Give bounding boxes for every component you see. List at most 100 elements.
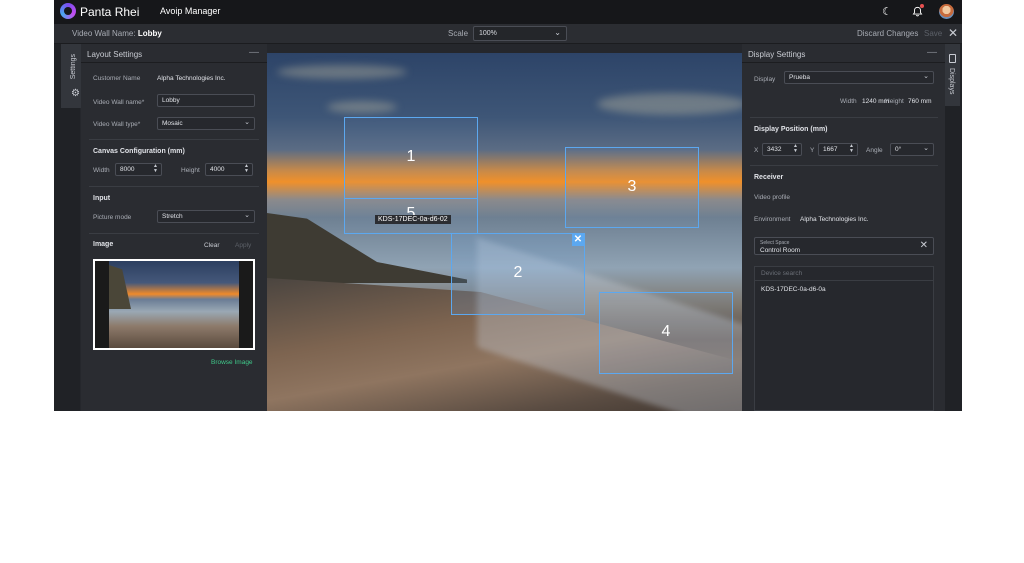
input-heading: Input	[93, 195, 111, 202]
angle-select[interactable]: 0° ⌄	[890, 143, 934, 156]
close-icon[interactable]: ✕	[572, 234, 584, 246]
select-space-field[interactable]: Select Space Control Room ✕	[754, 237, 934, 255]
customer-name-value: Alpha Technologies Inc.	[157, 75, 226, 82]
chevron-down-icon: ⌄	[244, 119, 250, 126]
divider	[81, 62, 267, 63]
divider	[89, 186, 259, 187]
wall-name-input[interactable]: Lobby	[157, 94, 255, 107]
tile-number: 4	[661, 323, 671, 340]
discard-changes-button[interactable]: Discard Changes	[857, 29, 918, 38]
environment-value: Alpha Technologies Inc.	[800, 216, 869, 223]
scale-select[interactable]: 100% ⌄	[473, 26, 567, 41]
wall-name-label: Video Wall name*	[93, 99, 145, 106]
device-label: KDS-17DEC-0a-d6-02	[375, 215, 451, 224]
gear-icon: ⚙	[71, 88, 80, 99]
notification-dot	[920, 4, 924, 8]
moon-icon[interactable]: ☾	[879, 3, 895, 19]
x-input[interactable]: 3432 ▲ ▼	[762, 143, 802, 156]
divider	[750, 165, 938, 166]
video-profile-label: Video profile	[754, 194, 791, 201]
brand-name: Panta Rhei	[80, 5, 140, 19]
display-height-label: Height	[885, 98, 904, 105]
y-input[interactable]: 1667 ▲ ▼	[818, 143, 858, 156]
wall-type-label: Video Wall type*	[93, 121, 141, 128]
wall-name-header-label: Video Wall Name:	[72, 29, 136, 38]
chevron-down-icon: ⌄	[923, 145, 929, 152]
tile-number: 3	[627, 178, 637, 195]
left-rail: Settings ⚙	[54, 44, 81, 411]
select-space-label: Select Space	[760, 240, 790, 246]
position-heading: Display Position (mm)	[754, 126, 828, 133]
x-label: X	[754, 147, 759, 154]
canvas-height-value: 4000	[210, 166, 225, 173]
panel-title: Display Settings	[748, 50, 806, 59]
wall-name-input-value: Lobby	[162, 97, 180, 104]
display-tile-1[interactable]: 1	[344, 117, 478, 199]
display-height-value: 760 mm	[908, 98, 932, 105]
save-button[interactable]: Save	[924, 29, 942, 38]
tile-number: 2	[513, 264, 523, 281]
chevron-down-icon: ⌄	[244, 212, 250, 219]
canvas-config-heading: Canvas Configuration (mm)	[93, 148, 185, 155]
wall-name-header-value: Lobby	[137, 29, 162, 38]
angle-label: Angle	[866, 147, 883, 154]
panta-rhei-logo[interactable]	[60, 3, 76, 19]
display-tile-4[interactable]: 4	[599, 292, 733, 374]
picture-mode-label: Picture mode	[93, 214, 132, 221]
y-label: Y	[810, 147, 815, 154]
apply-button[interactable]: Apply	[235, 242, 251, 249]
display-tile-3[interactable]: 3	[565, 147, 699, 228]
browse-image-link[interactable]: Browse Image	[211, 359, 253, 366]
displays-tab-label: Displays	[948, 68, 955, 95]
canvas-height-label: Height	[181, 167, 200, 174]
bell-icon[interactable]	[909, 3, 925, 19]
minimize-icon[interactable]: —	[927, 47, 937, 58]
canvas-height-input[interactable]: 4000 ▲ ▼	[205, 163, 253, 176]
divider	[89, 233, 259, 234]
picture-mode-value: Stretch	[162, 213, 183, 220]
clear-button[interactable]: Clear	[204, 242, 220, 249]
scale-label: Scale	[448, 29, 469, 38]
image-heading: Image	[93, 241, 114, 248]
wall-type-value: Mosaic	[162, 120, 183, 127]
stepper-icon[interactable]: ▲ ▼	[153, 164, 158, 174]
stepper-icon[interactable]: ▲ ▼	[244, 164, 249, 174]
picture-mode-select[interactable]: Stretch ⌄	[157, 210, 255, 223]
chevron-down-icon: ⌄	[923, 73, 929, 80]
layout-settings-panel: Layout Settings — Customer Name Alpha Te…	[81, 44, 267, 411]
right-rail: Displays	[945, 44, 962, 411]
scale-value: 100%	[479, 30, 497, 37]
cloud	[597, 93, 742, 115]
stepper-icon[interactable]: ▲ ▼	[849, 144, 854, 154]
image-preview	[93, 259, 255, 350]
display-value: Prueba	[789, 74, 810, 81]
device-search-input[interactable]: Device search	[755, 267, 933, 281]
chevron-down-icon: ⌄	[554, 28, 561, 37]
top-navbar: Panta Rhei Avoip Manager ☾	[54, 0, 962, 24]
video-wall-canvas[interactable]: 1 3 5 2 ✕ 4 KDS-17DEC-0a-d6-02	[267, 53, 742, 411]
close-icon[interactable]: ✕	[948, 26, 958, 40]
minimize-icon[interactable]: —	[249, 47, 259, 58]
customer-name-label: Customer Name	[93, 75, 141, 82]
display-width-label: Width	[840, 98, 857, 105]
receiver-heading: Receiver	[754, 174, 784, 181]
clear-icon[interactable]: ✕	[920, 240, 928, 251]
display-tile-2[interactable]: 2 ✕	[451, 233, 585, 315]
app-name: Avoip Manager	[160, 6, 221, 16]
settings-tab[interactable]: Settings ⚙	[61, 44, 81, 108]
cloud	[277, 65, 407, 79]
display-select[interactable]: Prueba ⌄	[784, 71, 934, 84]
displays-tab[interactable]: Displays	[945, 44, 960, 106]
select-space-value: Control Room	[760, 247, 801, 254]
wall-type-select[interactable]: Mosaic ⌄	[157, 117, 255, 130]
canvas-width-value: 8000	[120, 166, 135, 173]
device-list-item[interactable]: KDS-17DEC-0a-d6-0a	[761, 286, 826, 293]
avatar[interactable]	[939, 3, 954, 19]
divider	[742, 62, 945, 63]
canvas-width-input[interactable]: 8000 ▲ ▼	[115, 163, 162, 176]
editor-toolbar: Video Wall Name: Lobby Scale 100% ⌄ Disc…	[54, 24, 962, 44]
divider	[750, 117, 938, 118]
stepper-icon[interactable]: ▲ ▼	[793, 144, 798, 154]
app-window: Panta Rhei Avoip Manager ☾ Video Wall Na…	[54, 0, 962, 411]
display-label: Display	[754, 76, 776, 83]
